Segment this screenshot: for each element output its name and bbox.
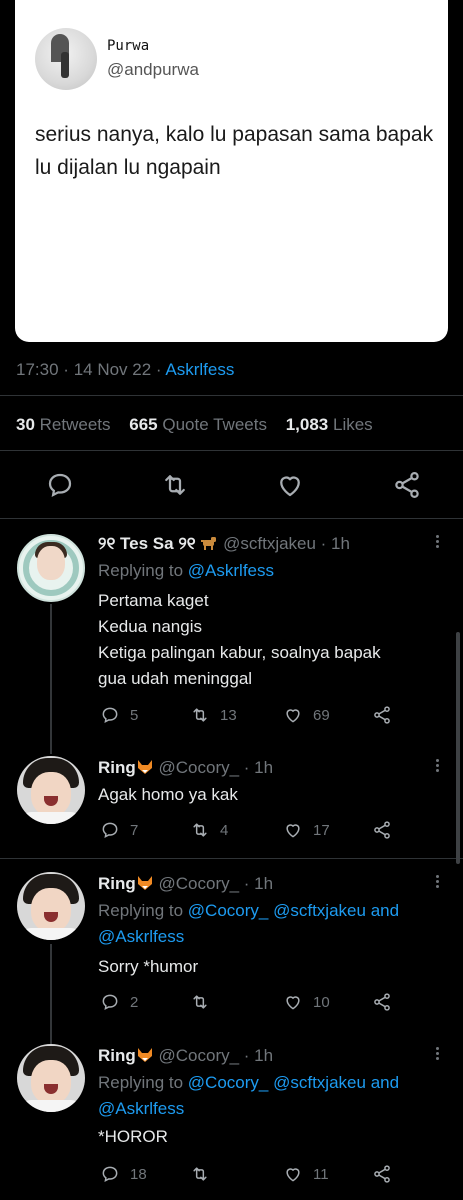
like-button[interactable]: 11	[283, 1163, 329, 1185]
more-options-icon[interactable]	[432, 1045, 442, 1063]
reply-text: Sorry *humor	[98, 957, 199, 976]
more-options-icon[interactable]	[432, 757, 442, 775]
reply-text: *HOROR	[98, 1127, 168, 1146]
share-icon	[374, 1165, 390, 1183]
tweet-meta: 17:30 · 14 Nov 22 · Askrlfess	[16, 360, 235, 379]
replying-to: Replying to @Askrlfess	[98, 561, 275, 580]
tweet-stats: 30 Retweets 665 Quote Tweets 1,083 Likes	[16, 415, 373, 435]
like-button[interactable]: 69	[283, 704, 330, 726]
reply-button[interactable]: 5	[100, 704, 138, 726]
divider	[0, 518, 463, 519]
reply-actions: 18 11	[0, 1163, 463, 1185]
retweet-button[interactable]: 13	[190, 704, 237, 726]
handle-time: @Cocory_ · 1h	[158, 758, 274, 777]
display-name[interactable]: Ring	[98, 1046, 136, 1065]
retweet-button[interactable]	[190, 1163, 220, 1185]
reply-text: Pertama kaget Kedua nangis Ketiga paling…	[98, 591, 381, 688]
share-button[interactable]	[372, 991, 402, 1013]
divider	[0, 450, 463, 451]
share-icon	[374, 821, 390, 839]
divider	[0, 395, 463, 396]
quoted-avatar	[35, 28, 97, 90]
mention-link[interactable]: @scftxjakeu	[273, 901, 366, 920]
reply-actions: 5 13 69	[0, 704, 463, 726]
fox-icon	[137, 760, 152, 774]
retweet-icon[interactable]	[160, 470, 190, 500]
more-options-icon[interactable]	[432, 873, 442, 891]
handle-time: @Cocory_ · 1h	[158, 874, 274, 893]
reply-button[interactable]: 18	[100, 1163, 147, 1185]
reply-text: Agak homo ya kak	[98, 785, 238, 804]
fox-icon	[137, 1048, 152, 1062]
like-icon	[286, 996, 300, 1010]
replying-to: Replying to @Cocory_ @scftxjakeu and @As…	[98, 1073, 400, 1118]
share-button[interactable]	[372, 704, 402, 726]
divider	[0, 858, 463, 859]
like-button[interactable]: 10	[283, 991, 330, 1013]
avatar[interactable]	[17, 1044, 85, 1112]
retweet-icon	[193, 823, 207, 837]
reply-icon[interactable]	[45, 470, 75, 500]
like-icon	[286, 709, 300, 723]
avatar[interactable]	[17, 756, 85, 824]
reply-header: Ring @Cocory_ · 1h	[98, 1046, 273, 1066]
tweet-time: 17:30	[16, 360, 59, 379]
retweet-button[interactable]: 4	[190, 819, 228, 841]
mention-link[interactable]: @scftxjakeu	[273, 1073, 366, 1092]
retweet-icon	[193, 708, 207, 722]
display-name[interactable]: Ring	[98, 758, 136, 777]
share-button[interactable]	[372, 1163, 402, 1185]
avatar[interactable]	[17, 534, 85, 602]
retweet-icon	[193, 1167, 207, 1181]
retweet-icon	[193, 995, 207, 1009]
handle-time: @scftxjakeu · 1h	[223, 534, 350, 553]
share-icon	[374, 706, 390, 724]
like-icon[interactable]	[275, 470, 305, 500]
avatar[interactable]	[17, 872, 85, 940]
mention-link[interactable]: @Cocory_	[188, 1073, 269, 1092]
mention-link[interactable]: @Askrlfess	[98, 927, 184, 946]
reply-icon	[102, 822, 118, 839]
scrollbar[interactable]	[456, 632, 460, 864]
more-options-icon[interactable]	[432, 533, 442, 551]
reply-actions: 7 4 17	[0, 819, 463, 841]
dog-icon	[201, 537, 217, 550]
quoted-text: serius nanya, kalo lu papasan sama bapak…	[35, 123, 434, 179]
quoted-handle: @andpurwa	[107, 60, 199, 79]
fox-icon	[137, 876, 152, 890]
display-name[interactable]: Ring	[98, 874, 136, 893]
reply-icon	[102, 994, 118, 1011]
quoted-name: Purwa	[107, 38, 150, 54]
like-icon	[286, 1168, 300, 1182]
share-icon[interactable]	[392, 470, 422, 500]
mention-link[interactable]: @Askrlfess	[98, 1099, 184, 1118]
reply-button[interactable]: 2	[100, 991, 138, 1013]
thread-line	[50, 604, 52, 754]
reply-icon	[102, 707, 118, 724]
retweets-stat[interactable]: 30 Retweets	[16, 415, 111, 434]
tweet-source[interactable]: Askrlfess	[165, 360, 234, 379]
replying-to: Replying to @Cocory_ @scftxjakeu and @As…	[98, 901, 400, 946]
tweet-action-bar	[0, 470, 463, 500]
display-name[interactable]: ୨୧ Tes Sa ୨୧	[98, 534, 196, 553]
share-button[interactable]	[372, 819, 402, 841]
handle-time: @Cocory_ · 1h	[158, 1046, 274, 1065]
quote-tweets-stat[interactable]: 665 Quote Tweets	[129, 415, 267, 434]
reply-header: ୨୧ Tes Sa ୨୧ @scftxjakeu · 1h	[98, 534, 350, 554]
reply-header: Ring @Cocory_ · 1h	[98, 874, 273, 894]
mention-link[interactable]: @Askrlfess	[188, 561, 274, 580]
likes-stat[interactable]: 1,083 Likes	[286, 415, 373, 434]
like-icon	[286, 824, 300, 838]
share-icon	[374, 993, 390, 1011]
like-button[interactable]: 17	[283, 819, 330, 841]
reply-header: Ring @Cocory_ · 1h	[98, 758, 273, 778]
quoted-tweet-card[interactable]: Purwa @andpurwa serius nanya, kalo lu pa…	[15, 0, 448, 342]
retweet-button[interactable]	[190, 991, 220, 1013]
tweet-date: 14 Nov 22	[73, 360, 152, 379]
reply-button[interactable]: 7	[100, 819, 138, 841]
mention-link[interactable]: @Cocory_	[188, 901, 269, 920]
reply-actions: 2 10	[0, 991, 463, 1013]
reply-icon	[102, 1166, 118, 1183]
